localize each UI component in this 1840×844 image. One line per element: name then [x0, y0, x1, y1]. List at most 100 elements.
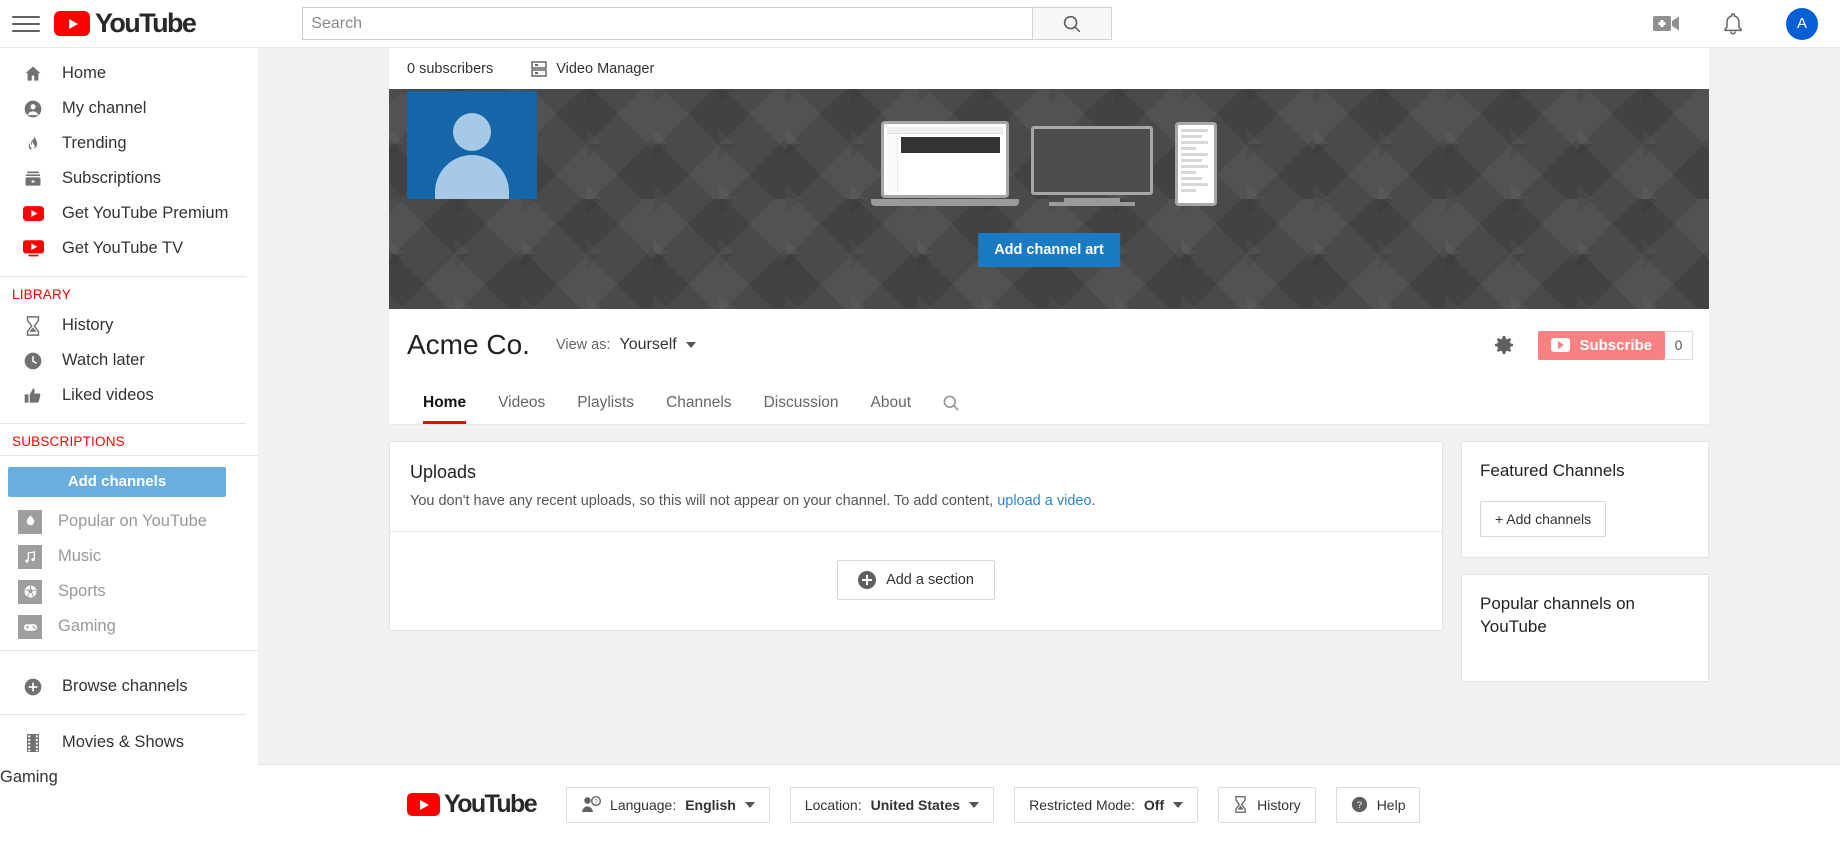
- upload-a-video-link[interactable]: upload a video: [997, 493, 1091, 509]
- chevron-down-icon: [969, 801, 980, 808]
- sidebar-divider: [0, 423, 246, 424]
- add-channels-button[interactable]: Add channels: [8, 467, 226, 497]
- language-selector[interactable]: ? Language: English: [566, 786, 770, 823]
- footer-youtube-logo[interactable]: YouTube: [407, 790, 538, 818]
- sidebar-item-label: Get YouTube Premium: [62, 204, 229, 222]
- channel-banner[interactable]: Add channel art: [389, 89, 1709, 309]
- chevron-down-icon[interactable]: [685, 342, 696, 348]
- tab-about[interactable]: About: [855, 381, 928, 424]
- avatar[interactable]: A: [1786, 7, 1818, 40]
- svg-text:?: ?: [1357, 800, 1362, 810]
- sidebar-item-label: Get YouTube TV: [62, 239, 184, 257]
- channel-label: Music: [58, 547, 102, 565]
- footer-help-button[interactable]: ? Help: [1335, 786, 1421, 823]
- restricted-mode-prefix: Restricted Mode:: [1029, 796, 1135, 813]
- sidebar-item-home[interactable]: Home: [0, 56, 258, 91]
- sidebar-item-history[interactable]: History: [0, 308, 258, 343]
- avatar-head-shape: [453, 113, 491, 151]
- channel-search-button[interactable]: [927, 381, 975, 424]
- tab-videos[interactable]: Videos: [482, 381, 561, 424]
- sidebar-item-youtube-tv[interactable]: Get YouTube TV: [0, 231, 258, 266]
- sidebar-item-label: Subscriptions: [62, 169, 162, 187]
- sidebar-item-label: Home: [62, 64, 107, 82]
- hourglass-icon: [22, 315, 44, 337]
- sidebar-channel-gaming[interactable]: Gaming: [0, 609, 258, 644]
- youtube-wordmark: YouTube: [95, 8, 197, 38]
- video-camera-add-icon[interactable]: [1653, 13, 1680, 35]
- video-manager-icon: [531, 60, 547, 77]
- language-prefix: Language:: [610, 796, 677, 813]
- sidebar-channel-popular-on-youtube[interactable]: Popular on YouTube: [0, 504, 258, 539]
- flame-icon: [22, 133, 44, 155]
- tab-playlists[interactable]: Playlists: [561, 381, 650, 424]
- sidebar: Home My channel Trending Subscriptions G…: [0, 48, 258, 844]
- footer: YouTube ? Language: English Location: Un…: [258, 764, 1840, 844]
- hourglass-icon: [1235, 796, 1246, 813]
- featured-add-channels-button[interactable]: + Add channels: [1480, 500, 1607, 537]
- language-person-icon: ?: [582, 795, 602, 812]
- tv-illustration: [1031, 126, 1153, 206]
- gear-icon[interactable]: [1492, 333, 1516, 357]
- sidebar-item-my-channel[interactable]: My channel: [0, 91, 258, 126]
- search-input[interactable]: [302, 7, 1033, 40]
- restricted-mode-selector[interactable]: Restricted Mode: Off: [1014, 786, 1199, 823]
- sidebar-item-label: Browse channels: [62, 677, 188, 695]
- sidebar-item-liked-videos[interactable]: Liked videos: [0, 378, 258, 413]
- sidebar-item-label: Movies & Shows: [62, 733, 184, 751]
- page-content: 0 subscribers Video Manager Add channel …: [258, 48, 1840, 844]
- channel-tabs: Home Videos Playlists Channels Discussio…: [389, 381, 1709, 425]
- subscribe-button[interactable]: Subscribe: [1538, 330, 1665, 360]
- subscribe-group: Subscribe 0: [1538, 330, 1693, 360]
- sidebar-item-subscriptions[interactable]: Subscriptions: [0, 161, 258, 196]
- sidebar-channel-music[interactable]: Music: [0, 539, 258, 574]
- sidebar-item-movies-and-shows[interactable]: Movies & Shows: [0, 725, 258, 760]
- footer-inner: YouTube ? Language: English Location: Un…: [389, 765, 1709, 844]
- soccer-ball-thumb-icon: [18, 579, 42, 604]
- search-button[interactable]: [1032, 7, 1113, 40]
- search-icon: [1064, 15, 1081, 32]
- sidebar-item-watch-later[interactable]: Watch later: [0, 343, 258, 378]
- youtube-play-icon: [54, 11, 90, 36]
- location-prefix: Location:: [804, 796, 862, 813]
- popular-thumb-icon: [18, 509, 42, 534]
- plus-circle-icon: [858, 571, 877, 589]
- channel-label: Popular on YouTube: [58, 512, 207, 530]
- sidebar-item-label: Gaming: [0, 768, 58, 786]
- search-bar: [302, 7, 1113, 40]
- masthead: YouTube A: [0, 0, 1840, 48]
- subscriber-count-badge[interactable]: 0: [1665, 330, 1693, 360]
- channel-avatar[interactable]: [407, 91, 537, 199]
- uploads-message-part-1: You don't have any recent uploads, so th…: [410, 493, 998, 509]
- bell-icon[interactable]: [1722, 12, 1744, 36]
- library-section-title: LIBRARY: [12, 287, 71, 302]
- music-note-thumb-icon: [18, 544, 42, 569]
- sidebar-item-trending[interactable]: Trending: [0, 126, 258, 161]
- sidebar-item-gaming-more[interactable]: Gaming: [0, 760, 258, 795]
- help-circle-icon: ?: [1351, 796, 1367, 813]
- tab-discussion[interactable]: Discussion: [748, 381, 855, 424]
- uploads-empty-message: You don't have any recent uploads, so th…: [390, 483, 1442, 531]
- add-a-section-button[interactable]: Add a section: [837, 560, 995, 600]
- subscriptions-icon: [22, 168, 44, 190]
- channel-topbar: 0 subscribers Video Manager: [389, 48, 1709, 89]
- hamburger-menu-icon[interactable]: [12, 10, 40, 38]
- tab-channels[interactable]: Channels: [650, 381, 748, 424]
- main-column: Uploads You don't have any recent upload…: [389, 441, 1443, 698]
- video-manager-link[interactable]: Video Manager: [531, 61, 654, 77]
- location-selector[interactable]: Location: United States: [789, 786, 995, 823]
- channel-content: Uploads You don't have any recent upload…: [389, 425, 1709, 698]
- search-icon: [943, 395, 959, 411]
- sidebar-item-browse-channels[interactable]: Browse channels: [0, 669, 258, 704]
- subscriptions-box: Add channels Popular on YouTube Music Sp…: [0, 455, 258, 651]
- youtube-wordmark: YouTube: [444, 790, 538, 818]
- channel-container: 0 subscribers Video Manager Add channel …: [389, 48, 1709, 698]
- youtube-logo[interactable]: YouTube: [54, 8, 197, 38]
- view-as-value[interactable]: Yourself: [619, 336, 676, 354]
- sidebar-item-youtube-premium[interactable]: Get YouTube Premium: [0, 196, 258, 231]
- tab-home[interactable]: Home: [407, 381, 482, 424]
- uploads-card: Uploads You don't have any recent upload…: [389, 441, 1443, 631]
- sidebar-channel-sports[interactable]: Sports: [0, 574, 258, 609]
- add-channel-art-button[interactable]: Add channel art: [978, 233, 1120, 267]
- footer-history-button[interactable]: History: [1218, 786, 1316, 823]
